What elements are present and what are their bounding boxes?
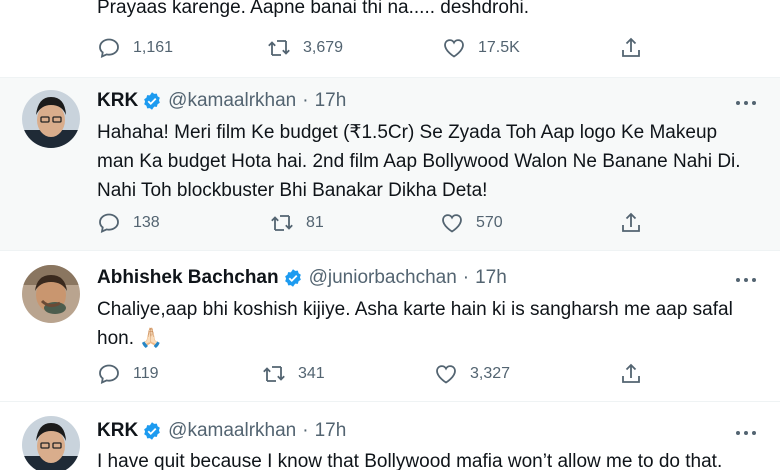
reply-button[interactable]: 138: [97, 208, 160, 238]
like-button[interactable]: 3,327: [434, 359, 510, 389]
retweet-button[interactable]: 81: [270, 208, 324, 238]
retweet-button[interactable]: 341: [262, 359, 325, 389]
heart-icon: [444, 39, 464, 58]
tweet-0[interactable]: Prayaas karenge. Aapne banai thi na.....…: [0, 0, 780, 76]
tweet-2[interactable]: Abhishek Bachchan @juniorbachchan · 17h …: [0, 251, 780, 401]
share-icon: [622, 37, 640, 57]
share-button[interactable]: [619, 208, 643, 238]
tweet-3[interactable]: KRK @kamaalrkhan · 17h I have quit becau…: [0, 402, 780, 470]
verified-badge-icon: [284, 269, 301, 287]
tweet-header: Abhishek Bachchan @juniorbachchan · 17h: [97, 267, 507, 289]
tweet-text: Prayaas karenge. Aapne banai thi na.....…: [97, 0, 530, 18]
more-icon: [736, 278, 756, 282]
reply-icon: [99, 38, 119, 59]
more-options-button[interactable]: [732, 423, 760, 443]
display-name[interactable]: Abhishek Bachchan: [97, 267, 279, 289]
heart-icon: [436, 365, 456, 384]
share-icon: [622, 212, 640, 232]
tweet-header: KRK @kamaalrkhan · 17h: [97, 90, 346, 112]
retweet-icon: [271, 215, 293, 231]
reply-button[interactable]: 1,161: [97, 33, 173, 63]
more-icon: [736, 431, 756, 435]
reply-button[interactable]: 119: [97, 359, 159, 389]
retweet-count: 341: [298, 365, 325, 382]
tweet-1[interactable]: KRK @kamaalrkhan · 17h Hahaha! Meri film…: [0, 78, 780, 250]
like-button[interactable]: 17.5K: [442, 33, 520, 63]
share-button[interactable]: [619, 33, 643, 63]
share-icon: [622, 363, 640, 383]
user-handle[interactable]: @juniorbachchan: [309, 267, 457, 289]
separator-dot: ·: [302, 90, 309, 111]
user-handle[interactable]: @kamaalrkhan: [168, 420, 296, 442]
retweet-button[interactable]: 3,679: [267, 33, 343, 63]
timestamp[interactable]: 17h: [315, 420, 347, 442]
avatar[interactable]: [22, 265, 80, 323]
reply-count: 138: [133, 214, 160, 231]
retweet-count: 81: [306, 214, 324, 231]
tweet-actions: 138 81 570: [97, 208, 657, 238]
reply-icon: [99, 213, 119, 234]
avatar[interactable]: [22, 416, 80, 470]
like-count: 17.5K: [478, 39, 520, 56]
tweet-header: KRK @kamaalrkhan · 17h: [97, 420, 346, 442]
heart-icon: [442, 214, 462, 233]
like-count: 3,327: [470, 365, 511, 382]
reply-count: 119: [133, 365, 159, 382]
like-button[interactable]: 570: [440, 208, 503, 238]
retweet-icon: [263, 366, 285, 382]
more-options-button[interactable]: [732, 270, 760, 290]
timestamp[interactable]: 17h: [315, 90, 347, 112]
display-name[interactable]: KRK: [97, 90, 138, 112]
verified-badge-icon: [144, 422, 161, 440]
display-name[interactable]: KRK: [97, 420, 138, 442]
tweet-text: Hahaha! Meri film Ke budget (₹1.5Cr) Se …: [97, 122, 741, 201]
more-options-button[interactable]: [732, 93, 760, 113]
tweet-text: I have quit because I know that Bollywoo…: [97, 451, 723, 470]
avatar[interactable]: [22, 90, 80, 148]
user-handle[interactable]: @kamaalrkhan: [168, 90, 296, 112]
verified-badge-icon: [144, 92, 161, 110]
more-icon: [736, 101, 756, 105]
tweet-actions: 1,161 3,679 17.5K: [97, 33, 657, 63]
reply-count: 1,161: [133, 39, 174, 56]
timestamp[interactable]: 17h: [475, 267, 507, 289]
tweet-text: Chaliye,aap bhi koshish kijiye. Asha kar…: [97, 299, 733, 349]
separator-dot: ·: [302, 420, 309, 441]
tweet-actions: 119 341 3,327: [97, 359, 657, 389]
share-button[interactable]: [619, 359, 643, 389]
retweet-icon: [268, 40, 290, 56]
reply-icon: [99, 364, 119, 385]
like-count: 570: [476, 214, 503, 231]
retweet-count: 3,679: [303, 39, 344, 56]
separator-dot: ·: [462, 267, 470, 288]
